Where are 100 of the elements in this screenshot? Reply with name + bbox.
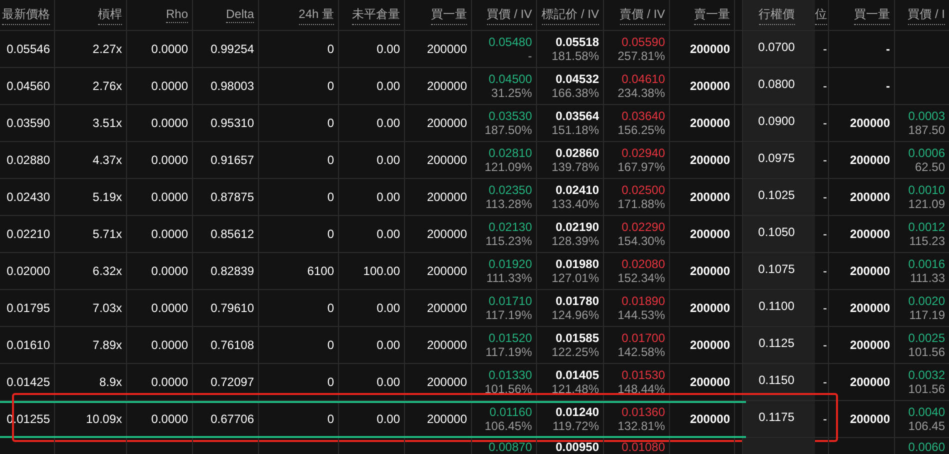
strike-price-cell: 0.0800 bbox=[743, 68, 815, 104]
implied-volatility: 142.58% bbox=[618, 345, 665, 359]
table-cell: 0.05546 bbox=[6, 42, 50, 56]
strike-price-cell: 0.1075 bbox=[743, 253, 815, 289]
column-header: 標記价 / IV bbox=[542, 6, 599, 24]
mark-price: 0.00950 bbox=[556, 440, 599, 454]
table-cell: 0.79610 bbox=[210, 301, 254, 315]
bid-price: 0.02350 bbox=[488, 183, 532, 197]
implied-volatility: 117.19 bbox=[909, 308, 945, 322]
table-cell: 0.00 bbox=[376, 79, 400, 93]
table-cell: - bbox=[823, 264, 827, 278]
table-cell: 100.00 bbox=[363, 264, 400, 278]
table-cell: 0.0000 bbox=[151, 412, 188, 426]
implied-volatility: 121.09 bbox=[908, 197, 945, 211]
strike-price-cell: 0.0700 bbox=[743, 31, 815, 67]
mark-price: 0.01240 bbox=[556, 405, 599, 419]
table-cell: 200000 bbox=[690, 301, 730, 315]
column-header: 買一量 bbox=[431, 6, 467, 24]
table-cell: - bbox=[823, 42, 827, 56]
bid-price: 0.0012 bbox=[908, 220, 945, 234]
bid-price: 0.02810 bbox=[488, 146, 532, 160]
table-cell: 0.00 bbox=[376, 301, 400, 315]
table-cell: - bbox=[823, 227, 827, 241]
bid-price: 0.0006 bbox=[908, 146, 945, 160]
table-cell: 0.98003 bbox=[210, 79, 254, 93]
ask-price: 0.01080 bbox=[622, 440, 665, 454]
mark-price: 0.05518 bbox=[556, 35, 599, 49]
column-header: 買價 / IV bbox=[486, 6, 532, 24]
implied-volatility: 121.09% bbox=[484, 160, 532, 174]
table-cell: 0.85612 bbox=[210, 227, 254, 241]
table-cell: 0.0000 bbox=[151, 264, 188, 278]
table-cell: 8.9x bbox=[99, 375, 122, 389]
table-cell: 0.00 bbox=[376, 116, 400, 130]
table-cell: 200000 bbox=[690, 264, 730, 278]
implied-volatility: 101.56 bbox=[908, 382, 945, 396]
table-cell: 200000 bbox=[426, 227, 467, 241]
column-header: 買一量 bbox=[854, 6, 890, 24]
table-cell: 0.87875 bbox=[210, 190, 254, 204]
strike-price-cell: 0.0900 bbox=[743, 105, 815, 141]
bid-price: 0.01160 bbox=[490, 405, 532, 419]
table-cell: 200000 bbox=[690, 190, 730, 204]
table-cell: 200000 bbox=[690, 338, 730, 352]
table-cell: - bbox=[823, 301, 827, 315]
implied-volatility: 133.40% bbox=[552, 197, 599, 211]
column-header: 槓桿 bbox=[98, 6, 122, 24]
table-cell: 6.32x bbox=[92, 264, 122, 278]
table-cell: 0.00 bbox=[376, 338, 400, 352]
table-cell: - bbox=[823, 412, 827, 426]
implied-volatility: 171.88% bbox=[618, 197, 665, 211]
table-cell: 0.0000 bbox=[151, 116, 188, 130]
strike-price-cell: 0.1125 bbox=[743, 327, 815, 363]
table-cell: 0.95310 bbox=[210, 116, 254, 130]
table-cell: 200000 bbox=[690, 42, 730, 56]
strike-price-cell: 0.1025 bbox=[743, 179, 815, 215]
table-cell: - bbox=[823, 79, 827, 93]
bid-price: 0.00870 bbox=[488, 440, 532, 454]
implied-volatility: 117.19% bbox=[486, 345, 532, 359]
mark-price: 0.02190 bbox=[556, 220, 599, 234]
implied-volatility: 121.48% bbox=[552, 382, 599, 396]
table-cell: 0.02000 bbox=[6, 264, 50, 278]
table-cell: 200000 bbox=[690, 375, 730, 389]
table-cell: 200000 bbox=[850, 116, 890, 130]
implied-volatility: 187.50 bbox=[908, 123, 945, 137]
bid-price: 0.0025 bbox=[908, 331, 945, 345]
mark-price: 0.01585 bbox=[556, 331, 599, 345]
implied-volatility: 187.50% bbox=[484, 123, 532, 137]
implied-volatility: 106.45 bbox=[908, 419, 945, 433]
table-cell: 200000 bbox=[426, 301, 467, 315]
bid-price: 0.01330 bbox=[488, 368, 532, 382]
table-cell: 0.01795 bbox=[6, 301, 50, 315]
bid-price: 0.03530 bbox=[488, 109, 532, 123]
table-cell: 7.89x bbox=[92, 338, 122, 352]
table-cell: 200000 bbox=[850, 338, 890, 352]
bid-price: 0.02130 bbox=[488, 220, 532, 234]
implied-volatility: 166.38% bbox=[552, 86, 599, 100]
mark-price: 0.02410 bbox=[556, 183, 599, 197]
mark-price: 0.01405 bbox=[556, 368, 599, 382]
table-cell: 200000 bbox=[850, 301, 890, 315]
implied-volatility: 101.56% bbox=[484, 382, 532, 396]
table-cell: 0.0000 bbox=[151, 42, 188, 56]
table-cell: 200000 bbox=[850, 153, 890, 167]
table-cell: 0.04560 bbox=[6, 79, 50, 93]
table-cell: 0.01425 bbox=[6, 375, 50, 389]
strike-price-cell: 0.1050 bbox=[743, 216, 815, 252]
table-cell: 200000 bbox=[690, 227, 730, 241]
implied-volatility: 144.53% bbox=[618, 308, 665, 322]
table-cell: 3.51x bbox=[92, 116, 122, 130]
table-cell: - bbox=[886, 42, 890, 56]
implied-volatility: 152.34% bbox=[618, 271, 665, 285]
ask-price: 0.02500 bbox=[622, 183, 665, 197]
column-header: 賣價 / IV bbox=[620, 6, 665, 24]
implied-volatility: 101.56 bbox=[908, 345, 945, 359]
table-cell: 0.00 bbox=[376, 412, 400, 426]
table-cell: 200000 bbox=[426, 79, 467, 93]
ask-price: 0.02080 bbox=[622, 257, 665, 271]
implied-volatility: 31.25% bbox=[491, 86, 532, 100]
implied-volatility: 151.18% bbox=[552, 123, 599, 137]
implied-volatility: 113.28% bbox=[486, 197, 532, 211]
table-cell: 5.71x bbox=[92, 227, 122, 241]
table-cell: 0.01610 bbox=[6, 338, 50, 352]
